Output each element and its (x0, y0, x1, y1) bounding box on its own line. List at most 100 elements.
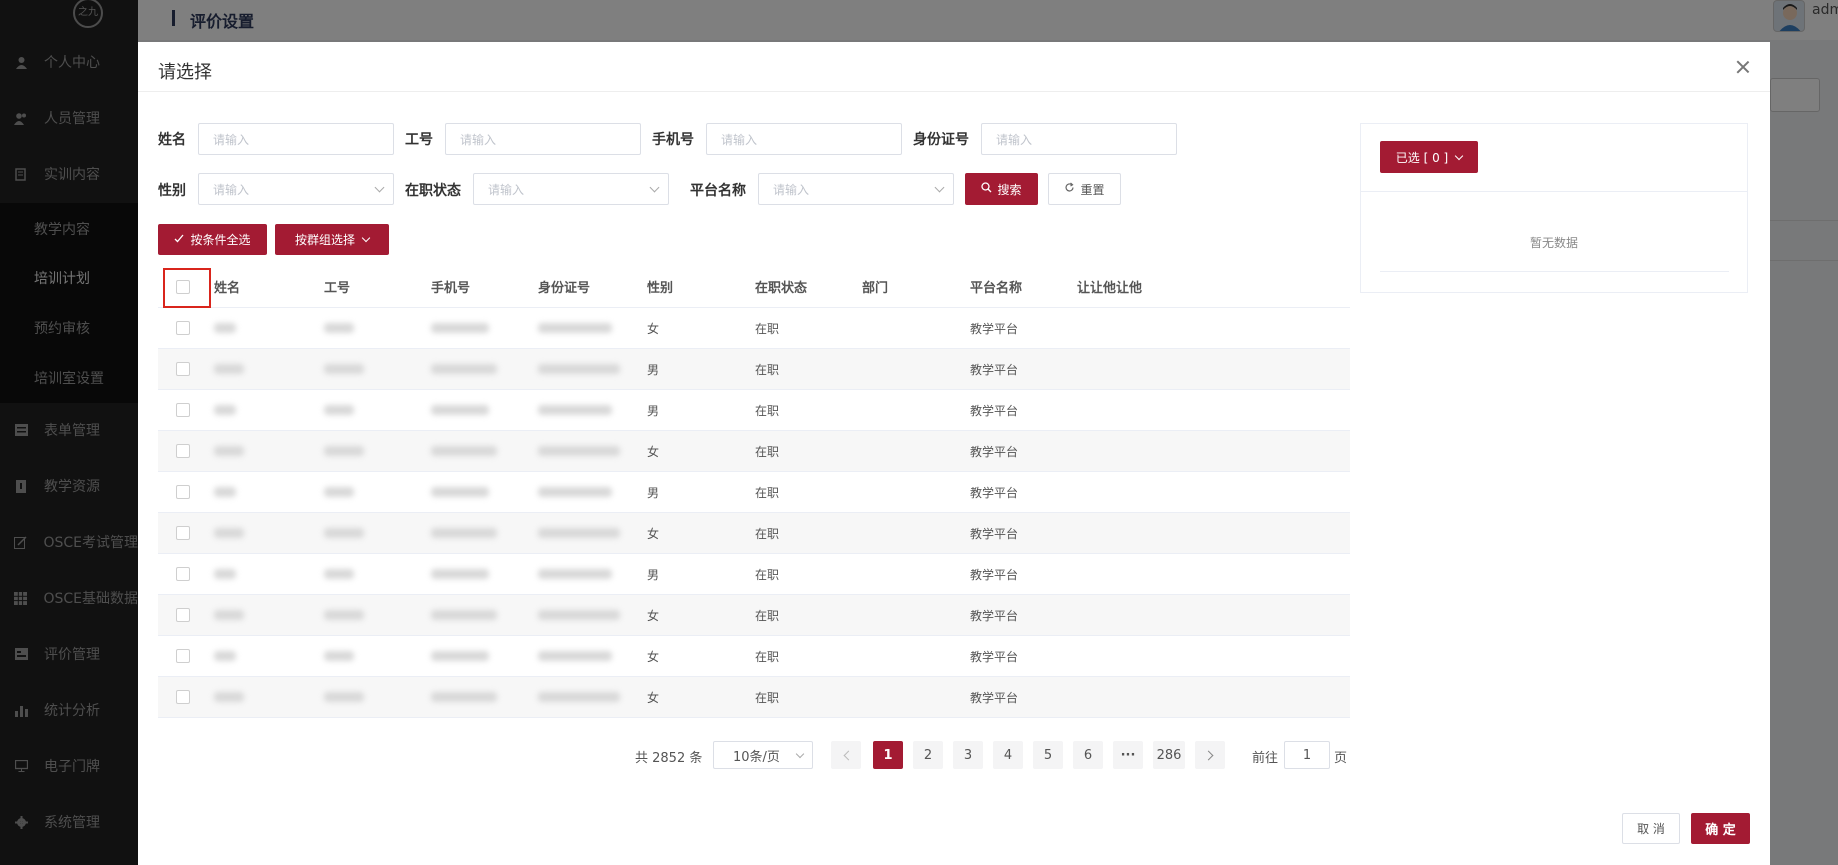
table-row[interactable]: 男 在职 教学平台 (158, 390, 1350, 431)
name-cell (214, 513, 244, 553)
phone-cell (431, 513, 497, 553)
redacted-value (324, 528, 364, 538)
platform-cell: 教学平台 (970, 485, 1019, 500)
column-header[interactable]: 手机号 (431, 266, 470, 307)
platform-select[interactable]: 请输入 (758, 173, 954, 205)
table-row[interactable]: 女 在职 教学平台 (158, 595, 1350, 636)
row-checkbox[interactable] (176, 403, 190, 417)
row-checkbox[interactable] (176, 485, 190, 499)
confirm-button[interactable]: 确 定 (1691, 813, 1750, 844)
goto-page-input[interactable]: 1 (1284, 741, 1330, 769)
column-header[interactable]: 让让他让他 (1077, 266, 1142, 307)
redacted-value (214, 692, 244, 702)
page-ellipsis-button[interactable]: ··· (1113, 741, 1143, 769)
row-checkbox[interactable] (176, 321, 190, 335)
panel-divider (1380, 271, 1729, 272)
redacted-value (538, 528, 620, 538)
platform-cell: 教学平台 (970, 567, 1019, 582)
page-button-6[interactable]: 6 (1073, 741, 1103, 769)
id-card-cell (538, 472, 612, 512)
redacted-value (324, 610, 364, 620)
row-checkbox[interactable] (176, 526, 190, 540)
selected-panel: 已选 [ 0 ] 暂无数据 (1360, 123, 1748, 293)
column-header[interactable]: 部门 (862, 266, 888, 307)
platform-cell: 教学平台 (970, 403, 1019, 418)
dialog-title: 请选择 (158, 62, 212, 83)
redacted-value (214, 528, 244, 538)
column-header[interactable]: 工号 (324, 266, 350, 307)
reset-button[interactable]: 重置 (1048, 173, 1121, 205)
chevron-down-icon (374, 182, 385, 193)
chevron-down-icon (1454, 151, 1464, 160)
redacted-value (431, 692, 497, 702)
status-cell: 在职 (755, 321, 780, 336)
table-row[interactable]: 女 在职 教学平台 (158, 677, 1350, 718)
page-button-2[interactable]: 2 (913, 741, 943, 769)
chevron-left-icon (843, 750, 853, 760)
id-card-input[interactable]: 请输入 (981, 123, 1177, 155)
page-button-5[interactable]: 5 (1033, 741, 1063, 769)
id-card-cell (538, 431, 620, 471)
phone-cell (431, 636, 489, 676)
phone-cell (431, 554, 489, 594)
platform-select-placeholder: 请输入 (773, 182, 810, 197)
row-checkbox[interactable] (176, 362, 190, 376)
table-row[interactable]: 女 在职 教学平台 (158, 513, 1350, 554)
status-cell: 在职 (755, 362, 780, 377)
next-page-button[interactable] (1195, 741, 1225, 769)
table-row[interactable]: 女 在职 教学平台 (158, 308, 1350, 349)
redacted-value (214, 651, 236, 661)
phone-cell (431, 595, 497, 635)
column-header[interactable]: 身份证号 (538, 266, 590, 307)
status-select[interactable]: 请输入 (473, 173, 669, 205)
column-header[interactable]: 在职状态 (755, 266, 807, 307)
redacted-value (214, 405, 236, 415)
job-no-input[interactable]: 请输入 (445, 123, 641, 155)
search-button[interactable]: 搜索 (965, 173, 1038, 205)
gender-cell: 男 (647, 362, 660, 377)
table-row[interactable]: 男 在职 教学平台 (158, 472, 1350, 513)
select-by-group-button[interactable]: 按群组选择 (275, 224, 389, 255)
goto-label: 前往 (1252, 751, 1279, 766)
platform-cell: 教学平台 (970, 362, 1019, 377)
name-label: 姓名 (158, 132, 186, 148)
page-button-3[interactable]: 3 (953, 741, 983, 769)
redacted-value (324, 692, 364, 702)
column-header[interactable]: 平台名称 (970, 266, 1022, 307)
job-no-cell (324, 595, 364, 635)
column-header[interactable]: 性别 (647, 266, 673, 307)
cancel-button[interactable]: 取 消 (1622, 813, 1680, 844)
table-row[interactable]: 男 在职 教学平台 (158, 554, 1350, 595)
phone-input[interactable]: 请输入 (706, 123, 902, 155)
row-checkbox[interactable] (176, 444, 190, 458)
page-button-4[interactable]: 4 (993, 741, 1023, 769)
job-no-cell (324, 513, 364, 553)
redacted-value (431, 569, 489, 579)
table-row[interactable]: 男 在职 教学平台 (158, 349, 1350, 390)
gender-cell: 女 (647, 608, 660, 623)
phone-cell (431, 349, 497, 389)
platform-cell: 教学平台 (970, 608, 1019, 623)
id-card-label: 身份证号 (913, 132, 969, 148)
name-input[interactable]: 请输入 (198, 123, 394, 155)
redacted-value (431, 651, 489, 661)
refresh-icon (1064, 182, 1075, 196)
row-checkbox[interactable] (176, 567, 190, 581)
column-header[interactable]: 姓名 (214, 266, 240, 307)
phone-label: 手机号 (652, 132, 694, 148)
row-checkbox[interactable] (176, 649, 190, 663)
row-checkbox[interactable] (176, 690, 190, 704)
table-row[interactable]: 女 在职 教学平台 (158, 636, 1350, 677)
id-card-input-placeholder: 请输入 (996, 132, 1033, 147)
people-table: 姓名 工号 手机号 身份证号 性别 在职状态 部门 平台名称 让让他让他 女在职… (158, 266, 1350, 718)
select-all-by-condition-button[interactable]: 按条件全选 (158, 224, 267, 255)
close-icon[interactable] (1736, 60, 1750, 74)
page-size-select[interactable]: 10条/页 (713, 741, 813, 769)
page-button-286[interactable]: 286 (1153, 741, 1185, 769)
table-row[interactable]: 女 在职 教学平台 (158, 431, 1350, 472)
gender-select[interactable]: 请输入 (198, 173, 394, 205)
row-checkbox[interactable] (176, 608, 190, 622)
selected-dropdown-button[interactable]: 已选 [ 0 ] (1380, 141, 1478, 173)
prev-page-button[interactable] (831, 741, 861, 769)
page-button-1[interactable]: 1 (873, 741, 903, 769)
